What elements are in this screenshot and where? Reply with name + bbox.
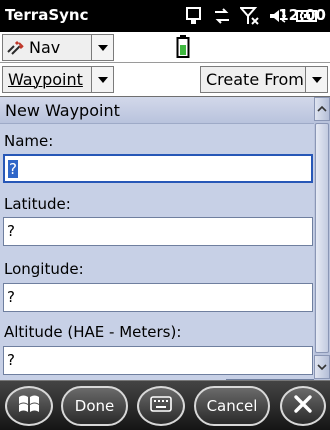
- network-icon[interactable]: [184, 6, 204, 26]
- cancel-label: Cancel: [206, 397, 258, 415]
- section-select[interactable]: Waypoint: [2, 66, 114, 93]
- longitude-value: ?: [7, 288, 15, 306]
- battery-status-icon: [176, 35, 190, 63]
- waypoint-form: New Waypoint Name: ? Latitude: ? Longitu…: [0, 97, 314, 380]
- longitude-label: Longitude:: [4, 260, 84, 278]
- scroll-down-icon[interactable]: [314, 355, 330, 379]
- keyboard-icon: [150, 396, 172, 416]
- windows-start-icon: [17, 393, 41, 419]
- app-title: TerraSync: [5, 6, 89, 24]
- waypoint-row: Waypoint Create From: [0, 63, 330, 97]
- latitude-field[interactable]: ?: [3, 217, 313, 246]
- latitude-label: Latitude:: [4, 195, 71, 213]
- keyboard-button[interactable]: [137, 386, 185, 426]
- section-select-label: Waypoint: [8, 70, 83, 89]
- create-from-label: Create From: [206, 70, 304, 89]
- softkey-bar: Done Cancel: [0, 380, 330, 430]
- latitude-value: ?: [7, 222, 15, 240]
- nav-row: Nav: [0, 32, 330, 63]
- altitude-field[interactable]: ?: [3, 346, 313, 375]
- chevron-down-icon[interactable]: [91, 35, 113, 60]
- no-signal-icon[interactable]: [240, 6, 260, 26]
- create-from-select[interactable]: Create From: [200, 66, 328, 93]
- chevron-down-icon[interactable]: [305, 67, 327, 92]
- altitude-value: ?: [7, 351, 15, 369]
- satellite-icon: [3, 40, 26, 56]
- clock[interactable]: 12:00: [278, 6, 326, 24]
- sync-icon[interactable]: [212, 6, 232, 26]
- done-button[interactable]: Done: [61, 386, 128, 426]
- done-label: Done: [74, 397, 115, 415]
- close-button[interactable]: [280, 386, 326, 426]
- status-bar: TerraSync 12:00: [0, 0, 330, 32]
- altitude-label: Altitude (HAE - Meters):: [4, 323, 182, 341]
- close-icon: [292, 393, 314, 419]
- scroll-thumb[interactable]: [315, 123, 329, 353]
- nav-label: Nav: [29, 38, 61, 57]
- cancel-button[interactable]: Cancel: [194, 386, 270, 426]
- longitude-field[interactable]: ?: [3, 283, 313, 312]
- name-field[interactable]: ?: [3, 154, 313, 183]
- name-label: Name:: [4, 132, 54, 150]
- scroll-up-icon[interactable]: [314, 97, 330, 121]
- form-header: New Waypoint: [0, 97, 314, 124]
- form-scrollbar[interactable]: [314, 97, 330, 380]
- name-value: ?: [8, 160, 18, 178]
- chevron-down-icon[interactable]: [91, 67, 113, 92]
- windows-start-button[interactable]: [5, 386, 53, 426]
- nav-select[interactable]: Nav: [2, 34, 114, 61]
